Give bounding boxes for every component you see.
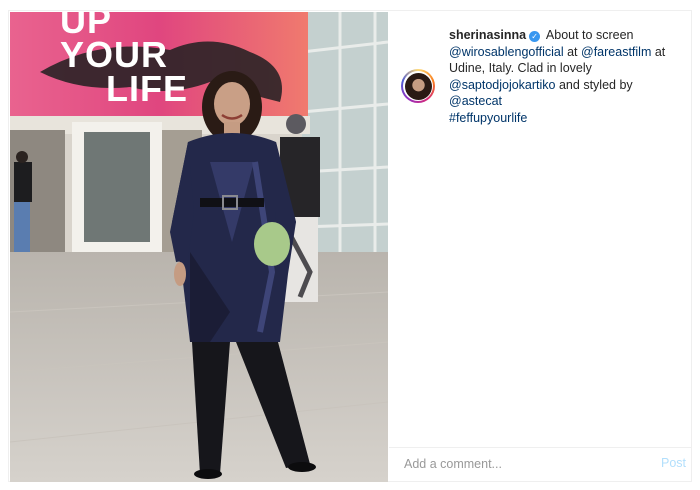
mention-link-1[interactable]: @wirosablengofficial	[449, 45, 564, 59]
caption-text-1: About to screen	[545, 28, 634, 42]
comment-input[interactable]	[404, 457, 604, 471]
caption-text-2: at	[567, 44, 578, 59]
banner-line-3: LIFE	[106, 68, 188, 109]
avatar-image	[404, 72, 432, 100]
mention-link-3[interactable]: @saptodjojokartiko	[449, 78, 556, 92]
banner-line-2: YOUR	[60, 34, 169, 75]
verified-badge-icon: ✓	[529, 31, 541, 42]
banner-text: UP YOUR LIFE	[60, 12, 188, 109]
post-photo[interactable]: UP YOUR LIFE	[10, 12, 388, 482]
comment-bar: Post	[389, 447, 692, 482]
post-side-panel: sherinasinna ✓ About to screen @wirosable…	[389, 11, 692, 481]
username-link[interactable]: sherinasinna	[449, 28, 526, 42]
post-caption: sherinasinna ✓ About to screen @wirosable…	[449, 27, 685, 126]
caption-text-4: and styled by	[558, 77, 633, 92]
instagram-post: UP YOUR LIFE sherinasinna ✓ About to scre…	[8, 10, 692, 482]
hashtag-link[interactable]: #feffupyourlife	[449, 111, 527, 125]
avatar[interactable]	[401, 69, 435, 103]
avatar-ring	[403, 71, 433, 101]
post-comment-button[interactable]: Post	[661, 456, 686, 470]
mention-link-4[interactable]: @astecat	[449, 94, 502, 108]
mention-link-2[interactable]: @fareastfilm	[581, 45, 651, 59]
